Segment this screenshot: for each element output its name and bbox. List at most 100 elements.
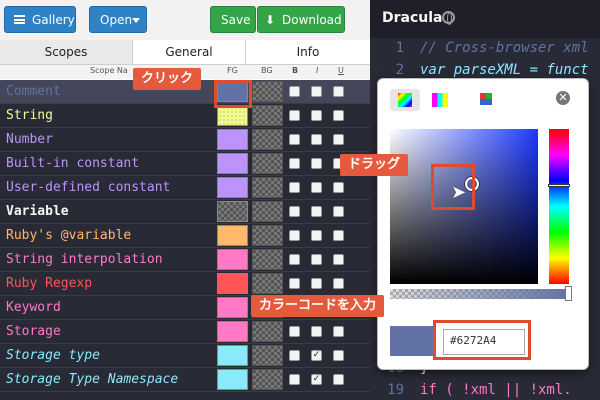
bg-color-swatch[interactable] bbox=[252, 273, 283, 294]
line-number: 2 bbox=[395, 62, 404, 78]
fg-color-swatch[interactable] bbox=[217, 177, 248, 198]
italic-checkbox[interactable] bbox=[311, 254, 322, 265]
italic-checkbox[interactable] bbox=[311, 110, 322, 121]
scope-name: Comment bbox=[6, 84, 61, 99]
italic-checkbox[interactable] bbox=[311, 326, 322, 337]
scope-row[interactable]: String interpolation bbox=[0, 248, 370, 272]
fg-color-swatch[interactable] bbox=[217, 105, 248, 126]
bold-checkbox[interactable] bbox=[289, 350, 300, 361]
underline-checkbox[interactable] bbox=[333, 278, 344, 289]
line-number: 1 bbox=[395, 40, 404, 56]
code-line: var parseXML = funct bbox=[420, 62, 589, 78]
italic-checkbox[interactable] bbox=[311, 230, 322, 241]
tab-scopes[interactable]: Scopes bbox=[0, 40, 133, 64]
fg-color-swatch[interactable] bbox=[217, 369, 248, 390]
bold-checkbox[interactable] bbox=[289, 134, 300, 145]
bg-color-swatch[interactable] bbox=[252, 225, 283, 246]
bold-checkbox[interactable] bbox=[289, 254, 300, 265]
alpha-slider[interactable] bbox=[390, 286, 572, 301]
fg-color-swatch[interactable] bbox=[217, 273, 248, 294]
italic-checkbox[interactable]: ✓ bbox=[311, 350, 322, 361]
current-color-preview bbox=[390, 326, 436, 356]
underline-checkbox[interactable] bbox=[333, 182, 344, 193]
underline-checkbox[interactable] bbox=[333, 110, 344, 121]
hue-slider-handle[interactable] bbox=[548, 184, 570, 187]
hue-slider[interactable] bbox=[548, 129, 570, 284]
italic-checkbox[interactable] bbox=[311, 158, 322, 169]
bold-checkbox[interactable] bbox=[289, 278, 300, 289]
italic-checkbox[interactable] bbox=[311, 278, 322, 289]
fg-color-swatch[interactable] bbox=[217, 297, 248, 318]
bold-checkbox[interactable] bbox=[289, 86, 300, 97]
palette-mode-icon[interactable] bbox=[432, 93, 448, 107]
save-label: Save bbox=[221, 13, 251, 27]
bg-color-swatch[interactable] bbox=[252, 129, 283, 150]
bg-column-header: BG bbox=[261, 66, 273, 75]
bg-color-swatch[interactable] bbox=[252, 177, 283, 198]
bg-color-swatch[interactable] bbox=[252, 249, 283, 270]
scope-row[interactable]: String bbox=[0, 104, 370, 128]
tab-general[interactable]: General bbox=[133, 40, 246, 64]
underline-checkbox[interactable] bbox=[333, 134, 344, 145]
scope-name: String bbox=[6, 108, 53, 123]
scope-row[interactable]: Built-in constant bbox=[0, 152, 370, 176]
italic-checkbox[interactable]: ✓ bbox=[311, 374, 322, 385]
scope-name: Keyword bbox=[6, 300, 61, 315]
bg-color-swatch[interactable] bbox=[252, 321, 283, 342]
italic-checkbox[interactable] bbox=[311, 86, 322, 97]
scope-row[interactable]: Storage bbox=[0, 320, 370, 344]
tab-info[interactable]: Info bbox=[246, 40, 370, 64]
underline-checkbox[interactable] bbox=[333, 326, 344, 337]
scope-row[interactable]: Ruby's @variable bbox=[0, 224, 370, 248]
fg-color-swatch[interactable] bbox=[217, 225, 248, 246]
fg-color-swatch[interactable] bbox=[217, 129, 248, 150]
underline-checkbox[interactable] bbox=[333, 254, 344, 265]
bg-color-swatch[interactable] bbox=[252, 201, 283, 222]
click-highlight-box bbox=[214, 80, 252, 108]
close-icon[interactable]: ✕ bbox=[556, 91, 570, 105]
scope-row[interactable]: Storage Type Namespace ✓ bbox=[0, 368, 370, 392]
swatches-mode-icon[interactable] bbox=[480, 93, 492, 105]
bg-color-swatch[interactable] bbox=[252, 153, 283, 174]
fg-color-swatch[interactable] bbox=[217, 345, 248, 366]
italic-checkbox[interactable] bbox=[311, 134, 322, 145]
fg-color-swatch[interactable] bbox=[217, 201, 248, 222]
underline-checkbox[interactable] bbox=[333, 206, 344, 217]
bold-checkbox[interactable] bbox=[289, 158, 300, 169]
italic-checkbox[interactable] bbox=[311, 182, 322, 193]
bold-checkbox[interactable] bbox=[289, 374, 300, 385]
bold-checkbox[interactable] bbox=[289, 182, 300, 193]
bold-checkbox[interactable] bbox=[289, 206, 300, 217]
scope-row[interactable]: Number bbox=[0, 128, 370, 152]
mouse-cursor-icon: ➤ bbox=[451, 182, 467, 203]
underline-checkbox[interactable] bbox=[333, 350, 344, 361]
bold-checkbox[interactable] bbox=[289, 110, 300, 121]
scope-row[interactable]: Storage type ✓ bbox=[0, 344, 370, 368]
bg-color-swatch[interactable] bbox=[252, 81, 283, 102]
bg-color-swatch[interactable] bbox=[252, 105, 283, 126]
scope-row[interactable]: Variable bbox=[0, 200, 370, 224]
fg-color-swatch[interactable] bbox=[217, 321, 248, 342]
hue-spectrum-mode-icon[interactable] bbox=[390, 89, 420, 111]
alpha-slider-handle[interactable] bbox=[565, 286, 572, 301]
underline-checkbox[interactable] bbox=[333, 374, 344, 385]
scope-name: Storage bbox=[6, 324, 61, 339]
bold-checkbox[interactable] bbox=[289, 326, 300, 337]
scope-row[interactable]: User-defined constant bbox=[0, 176, 370, 200]
open-dropdown-button[interactable]: Open bbox=[89, 6, 147, 33]
bg-color-swatch[interactable] bbox=[252, 369, 283, 390]
fg-color-swatch[interactable] bbox=[217, 249, 248, 270]
italic-checkbox[interactable] bbox=[311, 206, 322, 217]
gallery-button[interactable]: Gallery bbox=[4, 6, 76, 33]
scope-name: Ruby Regexp bbox=[6, 276, 93, 291]
save-button[interactable]: Save bbox=[210, 6, 256, 33]
scope-row[interactable]: Ruby Regexp bbox=[0, 272, 370, 296]
download-button[interactable]: ⬇ Download bbox=[257, 6, 345, 33]
hamburger-icon bbox=[14, 15, 25, 24]
fg-color-swatch[interactable] bbox=[217, 153, 248, 174]
underline-checkbox[interactable] bbox=[333, 230, 344, 241]
bold-checkbox[interactable] bbox=[289, 230, 300, 241]
underline-checkbox[interactable] bbox=[333, 86, 344, 97]
globe-icon bbox=[442, 11, 455, 25]
bg-color-swatch[interactable] bbox=[252, 345, 283, 366]
